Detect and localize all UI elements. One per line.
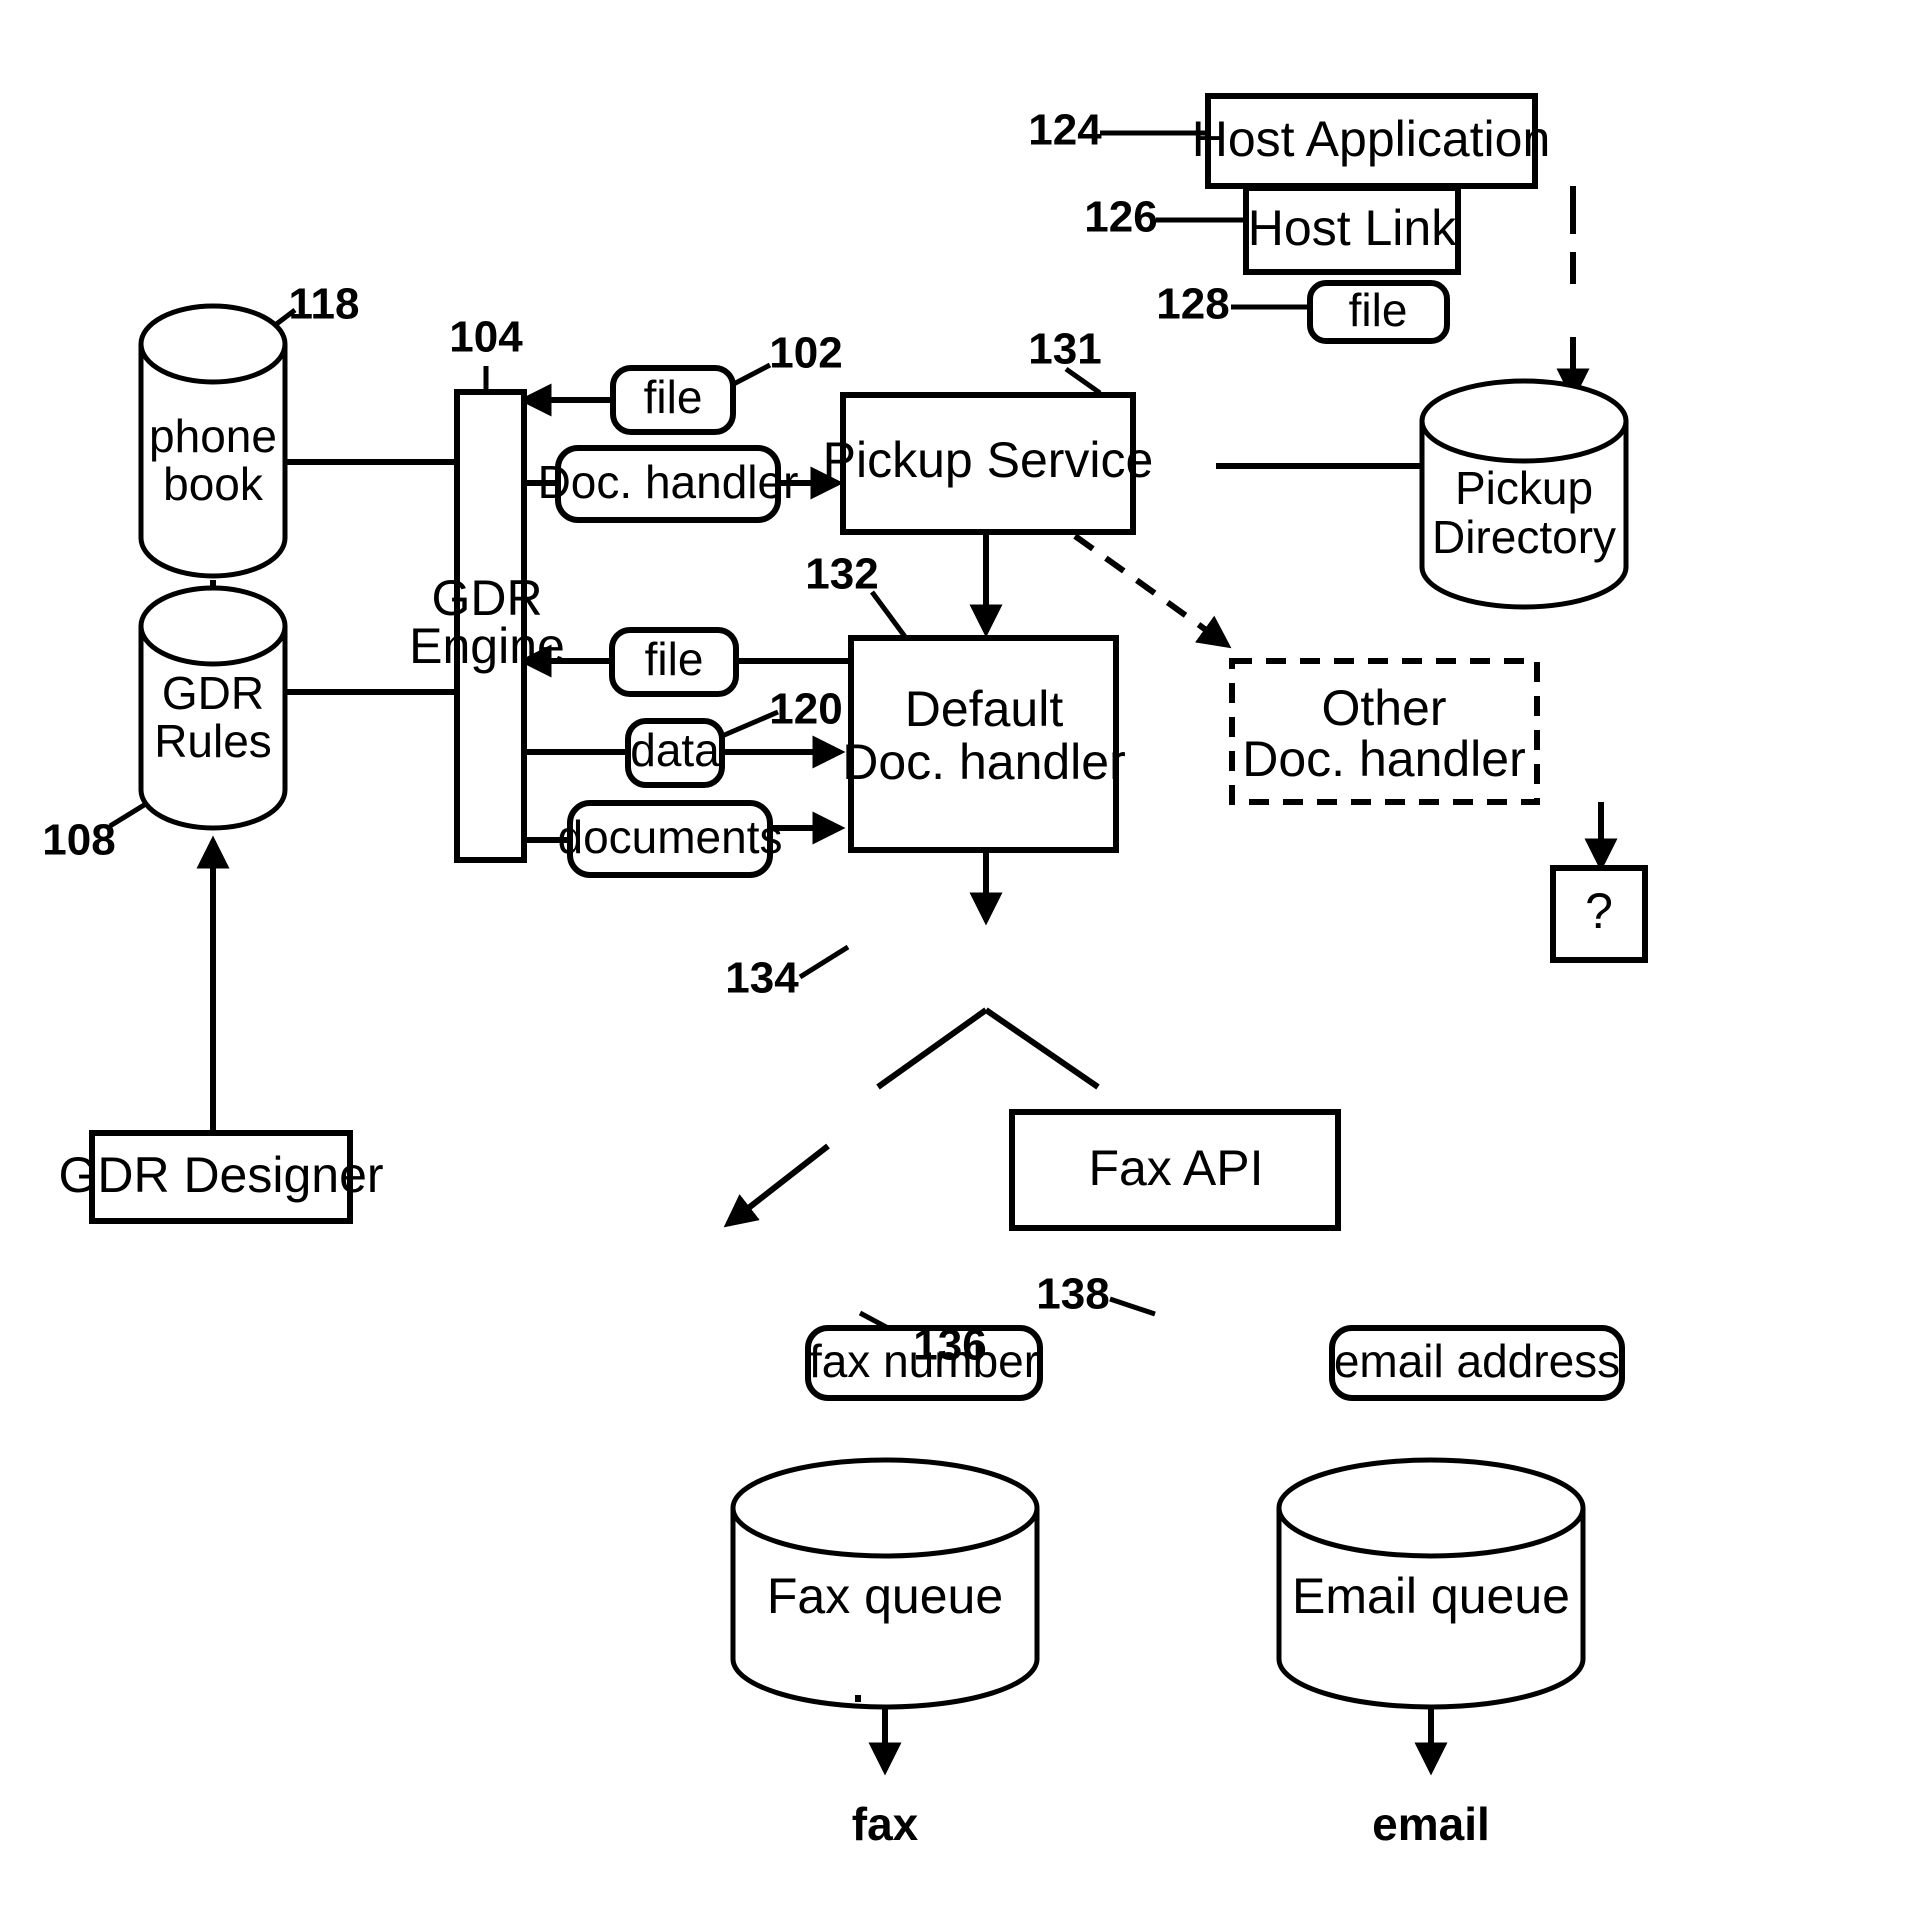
node-file-in[interactable]: file <box>610 365 736 435</box>
phone-book-label-2: book <box>163 458 264 510</box>
other-doc-handler-label-1: Other <box>1321 680 1446 736</box>
node-fax-queue[interactable]: Fax queue <box>730 1457 1040 1710</box>
node-gdr-rules[interactable]: GDR Rules <box>138 585 288 831</box>
edge-pickupservice-otherhandler <box>1073 533 1232 649</box>
node-default-doc-handler[interactable]: Default Doc. handler <box>842 635 1126 853</box>
node-other-doc-handler[interactable]: Other Doc. handler <box>1229 658 1540 805</box>
email-address-label: email address <box>1334 1335 1620 1387</box>
ref-104: 104 <box>449 313 523 362</box>
pickup-directory-label-1: Pickup <box>1455 462 1593 514</box>
phone-book-label-1: phone <box>149 410 277 462</box>
leader-138 <box>1109 1296 1156 1317</box>
ref-120: 120 <box>769 685 842 734</box>
gdr-rules-top <box>138 585 288 667</box>
ref-138: 138 <box>1036 1270 1109 1319</box>
pickup-service-label: Pickup Service <box>823 432 1154 488</box>
diagram-canvas: Host Application 124 Host Link 126 file … <box>42 93 1648 1850</box>
gdr-rules-label-1: GDR <box>162 667 264 719</box>
leader-132 <box>869 590 909 640</box>
host-application-label: Host Application <box>1192 111 1551 167</box>
host-link-label: Host Link <box>1248 200 1457 256</box>
node-email-address[interactable]: email address <box>1329 1325 1625 1401</box>
ref-132: 132 <box>805 550 878 599</box>
gdr-rules-label-2: Rules <box>154 715 272 767</box>
node-gdr-designer[interactable]: GDR Designer <box>58 1130 384 1224</box>
patent-block-diagram: Host Application 124 Host Link 126 file … <box>0 0 1919 1906</box>
email-queue-label: Email queue <box>1292 1568 1570 1624</box>
ref-136: 136 <box>913 1321 986 1370</box>
gdr-engine-label-2: Engine <box>409 618 565 674</box>
node-pickup-directory[interactable]: Pickup Directory <box>1419 378 1629 610</box>
email-output-label: email <box>1372 1798 1490 1850</box>
node-unknown[interactable]: ? <box>1550 865 1648 963</box>
node-file-host[interactable]: file <box>1307 280 1450 344</box>
fax-output-label: fax <box>852 1798 919 1850</box>
ref-128: 128 <box>1156 280 1229 329</box>
email-queue-top <box>1276 1457 1586 1559</box>
node-fax-api[interactable]: Fax API <box>1009 1109 1341 1231</box>
ref-118: 118 <box>289 280 360 329</box>
documents-label: documents <box>557 811 782 863</box>
ref-124: 124 <box>1028 106 1102 155</box>
pickup-directory-label-2: Directory <box>1432 511 1616 563</box>
node-data[interactable]: data <box>625 718 725 788</box>
ref-131: 131 <box>1028 325 1101 374</box>
node-phone-book[interactable]: phone book <box>138 303 288 579</box>
file-host-label: file <box>1349 284 1408 336</box>
edge-faxapi-emailaddress <box>984 1007 1100 1090</box>
gdr-designer-label: GDR Designer <box>58 1147 383 1203</box>
default-doc-handler-label-2: Doc. handler <box>842 734 1126 790</box>
node-host-link[interactable]: Host Link <box>1243 185 1461 275</box>
node-host-application[interactable]: Host Application <box>1192 93 1551 189</box>
pickup-directory-top <box>1419 378 1629 464</box>
ref-102: 102 <box>769 329 842 378</box>
fax-queue-top <box>730 1457 1040 1559</box>
default-doc-handler-label-1: Default <box>905 681 1064 737</box>
ref-134: 134 <box>725 954 799 1003</box>
file-mid-label: file <box>645 633 704 685</box>
file-in-label: file <box>644 371 703 423</box>
node-documents[interactable]: documents <box>557 800 783 878</box>
node-pickup-service[interactable]: Pickup Service <box>823 392 1154 535</box>
ref-126: 126 <box>1084 193 1157 242</box>
edge-faxapi-faxnumber <box>876 1007 988 1090</box>
leader-134 <box>798 944 850 980</box>
data-label: data <box>630 724 720 776</box>
fax-api-label: Fax API <box>1088 1140 1263 1196</box>
phone-book-top <box>138 303 288 385</box>
other-doc-handler-label-2: Doc. handler <box>1242 731 1526 787</box>
doc-handler-label: Doc. handler <box>538 456 799 508</box>
node-email-queue[interactable]: Email queue <box>1276 1457 1586 1710</box>
node-doc-handler[interactable]: Doc. handler <box>538 445 799 523</box>
unknown-label: ? <box>1585 883 1613 939</box>
edge-faxnumber-faxqueue <box>723 1143 830 1228</box>
fax-queue-label: Fax queue <box>767 1568 1003 1624</box>
ref-108: 108 <box>42 816 115 865</box>
node-file-mid[interactable]: file <box>609 627 739 697</box>
